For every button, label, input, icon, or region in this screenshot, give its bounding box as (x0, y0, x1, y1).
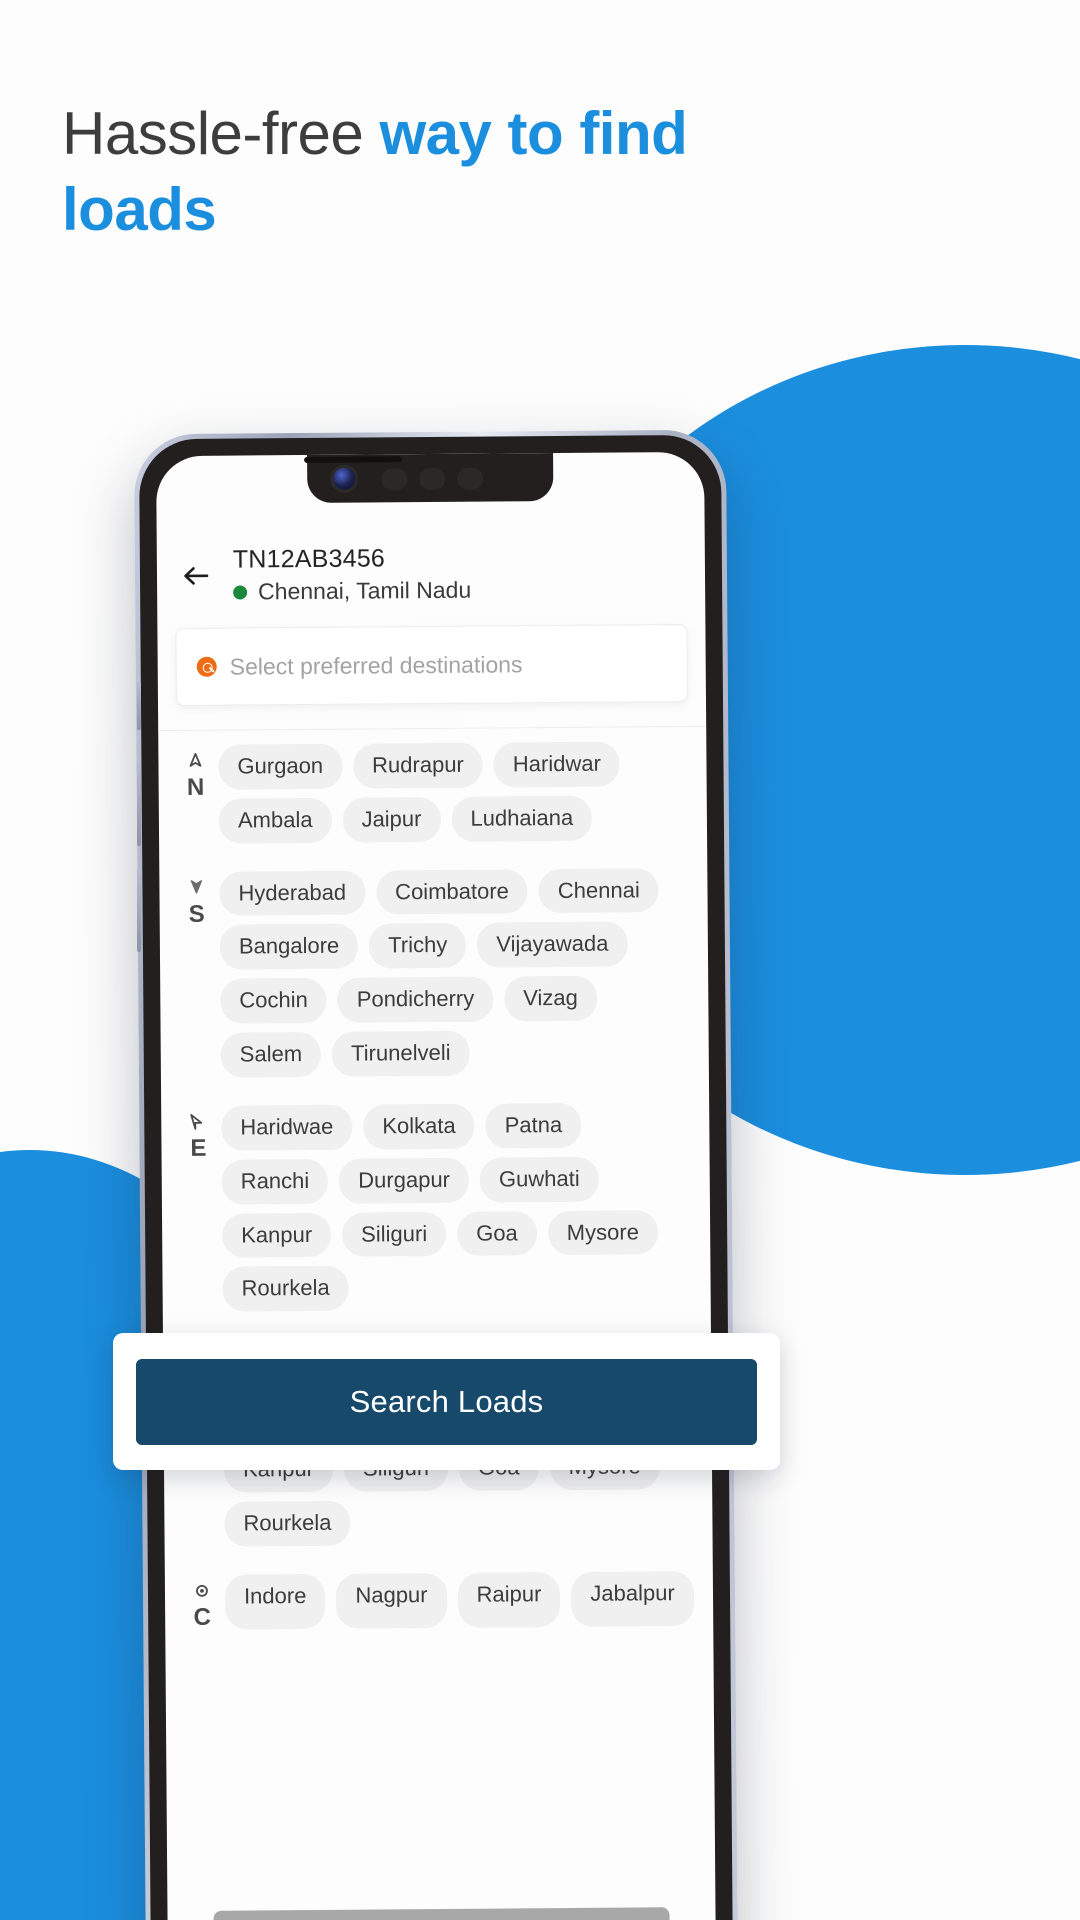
destination-chip[interactable]: Ludhaiana (451, 795, 593, 842)
face-id-sensor (457, 467, 484, 490)
destination-chip[interactable]: Mysore (547, 1209, 659, 1256)
current-location-row: Chennai, Tamil Nadu (233, 577, 471, 606)
compass-central-icon: C (179, 1574, 225, 1631)
destination-chip[interactable]: Vizag (504, 976, 598, 1022)
phone-volume-down-button (137, 868, 141, 952)
destination-chip[interactable]: Guwhati (479, 1156, 599, 1203)
promo-screenshot: Hassle-free way to find loads TN12AB3456… (0, 0, 1080, 1920)
direction-letter: C (193, 1603, 211, 1631)
phone-mockup: TN12AB3456 Chennai, Tamil Nadu Select pr… (133, 429, 739, 1920)
direction-group-s: S Hyderabad Coimbatore Chennai Bangalore Tric… (173, 867, 695, 1078)
destination-chip[interactable]: Siliguri (341, 1211, 447, 1258)
destination-chip[interactable]: Haridwar (493, 741, 621, 788)
search-loads-card: Search Loads (113, 1333, 780, 1470)
arrow-left-icon (184, 567, 209, 585)
destination-chip[interactable]: Patna (485, 1102, 582, 1149)
direction-group-n: N Gurgaon Rudrapur Haridwar Ambala Jaipur Ludh… (172, 741, 693, 844)
destination-chip[interactable]: Chennai (538, 867, 659, 914)
destination-chip[interactable]: Durgapur (339, 1157, 470, 1204)
vehicle-number: TN12AB3456 (232, 544, 386, 574)
compass-east-icon: E (175, 1106, 223, 1313)
app-bar-text: TN12AB3456 Chennai, Tamil Nadu (233, 544, 472, 606)
destination-chip[interactable]: Goa (456, 1210, 537, 1257)
front-camera-icon (333, 467, 356, 490)
phone-screen: TN12AB3456 Chennai, Tamil Nadu Select pr… (156, 451, 717, 1920)
back-button[interactable] (179, 559, 213, 593)
destination-chip[interactable]: Rourkela (224, 1500, 351, 1547)
ambient-light-sensor (419, 467, 446, 491)
compass-south-icon: S (173, 871, 221, 1078)
phone-mute-switch (137, 682, 141, 730)
direction-groups: N Gurgaon Rudrapur Haridwar Ambala Jaipur Ludh… (158, 727, 713, 1631)
page-title: Hassle-free way to find loads (62, 96, 782, 247)
destination-chip[interactable]: Jaipur (342, 796, 441, 843)
phone-volume-up-button (137, 762, 141, 846)
chip-list: Gurgaon Rudrapur Haridwar Ambala Jaipur Ludha… (218, 741, 693, 844)
search-loads-button[interactable]: Search Loads (136, 1358, 757, 1445)
destination-chip[interactable]: Salem (220, 1032, 322, 1078)
compass-north-icon: N (172, 745, 219, 844)
destination-chip[interactable]: Trichy (369, 923, 467, 969)
destination-chip[interactable]: Gurgaon (218, 743, 343, 790)
destination-chip[interactable]: Tirunelveli (331, 1030, 470, 1077)
destination-chip[interactable]: Haridwae (221, 1104, 353, 1151)
headline-plain-part: Hassle-free (62, 100, 380, 167)
destination-chip[interactable]: Rudrapur (352, 742, 484, 789)
proximity-sensor (381, 468, 408, 491)
destination-chip[interactable]: Pondicherry (337, 976, 494, 1023)
direction-letter: S (188, 900, 205, 928)
destination-chip[interactable]: Jabalpur (571, 1570, 695, 1627)
destination-chip[interactable]: Ranchi (221, 1158, 329, 1205)
app-content: TN12AB3456 Chennai, Tamil Nadu Select pr… (157, 510, 717, 1920)
destination-search-field[interactable]: Select preferred destinations (175, 624, 689, 707)
destination-chip[interactable]: Kolkata (363, 1103, 475, 1150)
destination-chip[interactable]: Nagpur (336, 1572, 447, 1629)
destination-chip[interactable]: Kanpur (222, 1212, 332, 1259)
direction-group-c: C Indore Nagpur Raipur Jabalpur (179, 1570, 699, 1631)
search-input-placeholder: Select preferred destinations (229, 650, 523, 680)
phone-frame: TN12AB3456 Chennai, Tamil Nadu Select pr… (138, 434, 734, 1920)
destination-chip[interactable]: Ambala (218, 797, 332, 844)
destination-chip[interactable]: Vijayawada (477, 921, 628, 968)
chip-list: HaridwaeKolkataPatna RanchiDurgapurGuwhat… (221, 1102, 697, 1312)
destination-chip[interactable]: Bangalore (219, 924, 359, 971)
direction-letter: E (190, 1134, 207, 1162)
destination-chip[interactable]: Coimbatore (375, 868, 529, 915)
location-pin-icon (196, 656, 217, 677)
destination-chip[interactable]: Rourkela (222, 1266, 349, 1312)
destination-chip[interactable]: Cochin (220, 978, 327, 1024)
direction-group-e: E Haridwae Kolkata Patna Ranchi Durgapur Guwha… (175, 1102, 697, 1312)
destination-chip[interactable]: Indore (224, 1573, 326, 1630)
location-online-dot (233, 584, 248, 600)
current-location-label: Chennai, Tamil Nadu (258, 576, 472, 605)
destination-chip[interactable]: Hyderabad (219, 870, 366, 917)
destination-chip[interactable]: Raipur (457, 1571, 561, 1628)
direction-letter: N (186, 773, 205, 801)
chip-list: Indore Nagpur Raipur Jabalpur (224, 1570, 699, 1630)
app-bar: TN12AB3456 Chennai, Tamil Nadu (157, 510, 706, 620)
chip-list: Hyderabad Coimbatore Chennai Bangalore Trich… (219, 867, 695, 1078)
earpiece-speaker (304, 456, 403, 464)
